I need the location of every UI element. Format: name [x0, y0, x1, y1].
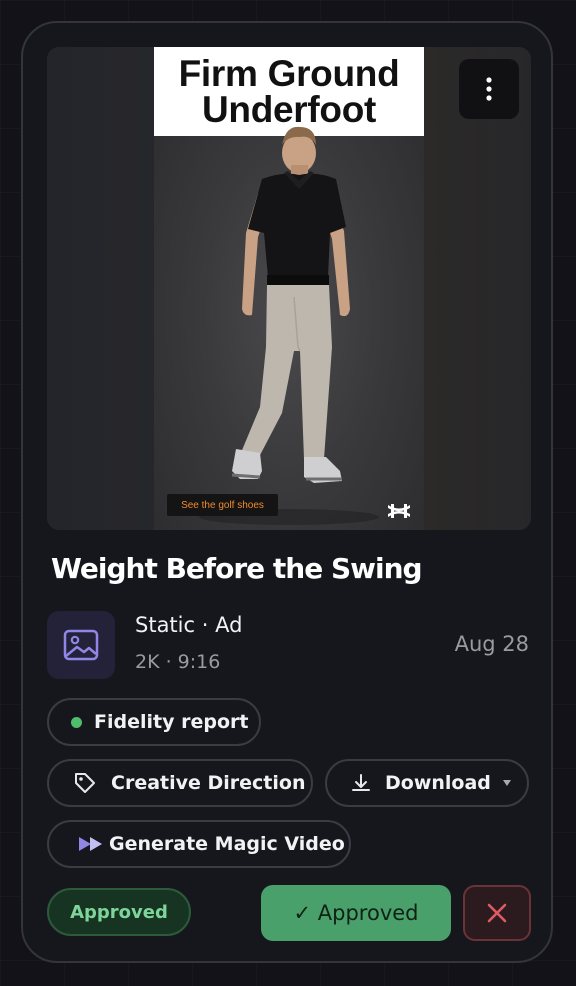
download-button[interactable]: Download	[325, 759, 529, 807]
more-options-button[interactable]	[459, 59, 519, 119]
status-badge-label: Approved	[70, 901, 168, 923]
fidelity-report-button[interactable]: Fidelity report	[47, 698, 261, 746]
generate-magic-video-label: Generate Magic Video	[109, 833, 345, 855]
creative-spec-label: 2K · 9:16	[135, 651, 221, 673]
creative-date: Aug 28	[454, 632, 529, 656]
close-icon	[487, 903, 507, 923]
reject-button[interactable]	[463, 885, 531, 941]
caret-down-icon	[502, 780, 511, 786]
approve-button-label: ✓ Approved	[293, 901, 419, 925]
generate-magic-video-button[interactable]: Generate Magic Video	[47, 820, 351, 868]
creative-direction-button[interactable]: Creative Direction	[47, 759, 313, 807]
tag-icon	[75, 773, 95, 793]
status-badge: Approved	[47, 888, 191, 936]
golfer-photo	[199, 126, 379, 525]
ad-poster-image: Firm Ground Underfoot See the golf shoes	[154, 47, 424, 530]
creative-direction-label: Creative Direction	[111, 772, 306, 794]
status-dot-icon	[71, 716, 82, 728]
creative-type-badge	[47, 611, 115, 679]
fidelity-report-label: Fidelity report	[94, 711, 249, 733]
download-label: Download	[385, 772, 491, 794]
creative-type-label: Static · Ad	[135, 613, 243, 637]
poster-cta: See the golf shoes	[167, 494, 278, 516]
creative-title: Weight Before the Swing	[51, 552, 423, 585]
more-vertical-icon	[486, 77, 492, 101]
brand-logo	[388, 504, 410, 518]
double-play-icon	[79, 837, 102, 851]
poster-cta-text: See the golf shoes	[181, 499, 264, 511]
creative-preview[interactable]: Firm Ground Underfoot See the golf shoes	[47, 47, 531, 530]
approve-button[interactable]: ✓ Approved	[261, 885, 451, 941]
image-icon	[63, 629, 99, 661]
download-icon	[352, 774, 370, 791]
creative-card: Firm Ground Underfoot See the golf shoes…	[21, 21, 553, 963]
